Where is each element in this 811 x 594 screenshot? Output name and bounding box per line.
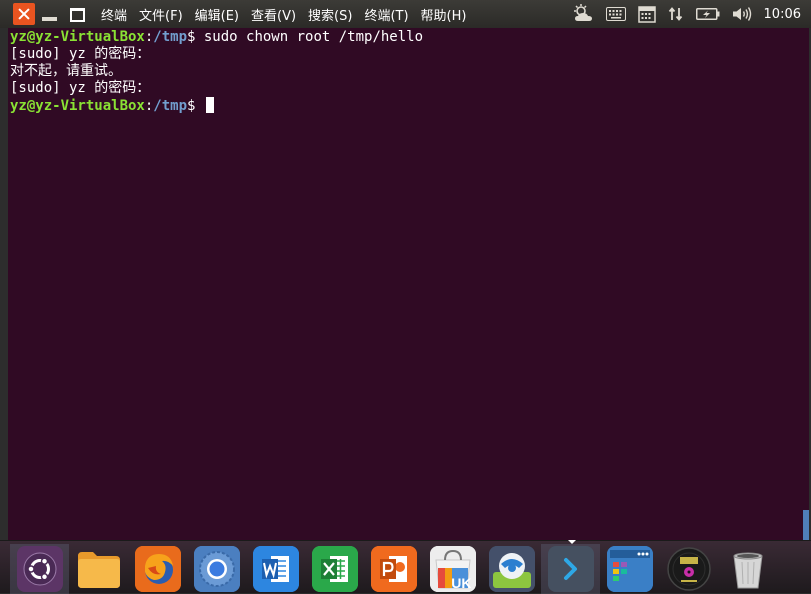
menu-item-edit[interactable]: 编辑(E): [189, 5, 245, 24]
dock-item-presentation[interactable]: [364, 544, 423, 594]
dock-items: UK: [10, 540, 777, 594]
weather-icon[interactable]: [572, 0, 594, 28]
command-text: $ sudo chown root /tmp/hello: [187, 29, 424, 45]
dock-item-file-manager[interactable]: [600, 544, 659, 594]
minimize-button[interactable]: [39, 3, 61, 25]
menu-item-search[interactable]: 搜索(S): [302, 5, 358, 24]
uk-badge: UK: [451, 575, 472, 591]
dock-item-files[interactable]: [69, 544, 128, 594]
remote-desktop-icon: [488, 546, 535, 592]
battery-icon[interactable]: [695, 0, 720, 28]
dock-item-music-player[interactable]: [659, 544, 718, 594]
command-text: $: [187, 98, 204, 114]
menu-item-terminal[interactable]: 终端(T): [358, 5, 414, 24]
wps-spreadsheets-icon: [311, 546, 358, 592]
text-cursor: [205, 97, 214, 113]
prompt-user: yz@yz-VirtualBox: [10, 29, 145, 45]
dock-item-software-center[interactable]: UK: [423, 544, 482, 594]
terminal-line: yz@yz-VirtualBox:/tmp$: [10, 97, 809, 114]
terminal-icon: [547, 546, 594, 592]
wps-presentation-icon: [370, 546, 417, 592]
clock[interactable]: 10:06: [764, 7, 801, 22]
network-icon[interactable]: [668, 0, 684, 28]
music-player-icon: [666, 546, 712, 592]
calendar-icon[interactable]: [637, 0, 656, 28]
trash-icon: [725, 546, 771, 592]
dock-item-dash[interactable]: [10, 544, 69, 594]
prompt-path: /tmp: [153, 98, 188, 114]
ubuntu-dash-icon: [16, 546, 63, 592]
terminal-line: 对不起，请重试。: [10, 63, 122, 79]
menu-item-file[interactable]: 文件(F): [133, 5, 189, 24]
close-button[interactable]: [13, 3, 35, 25]
firefox-icon: [134, 546, 181, 592]
terminal-line: [sudo] yz 的密码：: [10, 46, 151, 62]
wps-writer-icon: [252, 546, 299, 592]
maximize-button[interactable]: [65, 3, 87, 25]
dock-item-chromium[interactable]: [187, 544, 246, 594]
menu-item-terminal-app[interactable]: 终端: [95, 5, 133, 24]
terminal-line: [sudo] yz 的密码：: [10, 80, 151, 96]
dock-item-remote-desktop[interactable]: [482, 544, 541, 594]
terminal-area[interactable]: yz@yz-VirtualBox:/tmp$ sudo chown root /…: [8, 28, 809, 540]
menu-item-help[interactable]: 帮助(H): [415, 5, 473, 24]
files-icon: [76, 546, 122, 592]
volume-icon[interactable]: [732, 0, 752, 28]
terminal-line: yz@yz-VirtualBox:/tmp$ sudo chown root /…: [10, 29, 809, 46]
dock-item-writer[interactable]: [246, 544, 305, 594]
prompt-user: yz@yz-VirtualBox: [10, 98, 145, 114]
keyboard-icon[interactable]: [605, 0, 626, 28]
indicator-area: 10:06: [566, 0, 811, 28]
dock-item-terminal[interactable]: [541, 540, 600, 594]
menu-bar: 终端 文件(F) 编辑(E) 查看(V) 搜索(S) 终端(T) 帮助(H): [95, 5, 472, 24]
window-left-border: [0, 28, 8, 540]
software-center-icon: UK: [429, 546, 476, 592]
top-panel: 终端 文件(F) 编辑(E) 查看(V) 搜索(S) 终端(T) 帮助(H) 1…: [0, 0, 811, 28]
dock-item-firefox[interactable]: [128, 544, 187, 594]
menu-item-view[interactable]: 查看(V): [245, 5, 302, 24]
dock-item-spreadsheets[interactable]: [305, 544, 364, 594]
file-manager-icon: [606, 546, 653, 592]
dock: UK: [0, 540, 811, 594]
dock-item-trash[interactable]: [718, 544, 777, 594]
prompt-path: /tmp: [153, 29, 188, 45]
chromium-icon: [193, 546, 240, 592]
window-controls: [0, 0, 91, 28]
